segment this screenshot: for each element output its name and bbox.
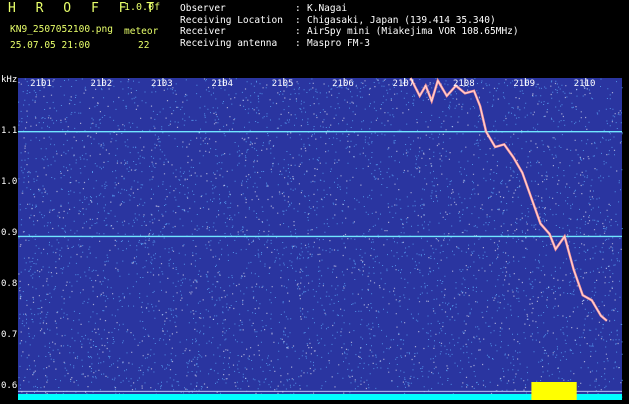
info-row-antenna: Receiving antenna: Maspro FM-3 [180, 38, 370, 50]
info-row-receiver: Receiver: AirSpy mini (Miakejima VOR 108.… [180, 26, 519, 38]
x-tick-label: 2102 [90, 79, 113, 89]
y-tick-label: 0.6 [1, 381, 18, 392]
plot-background [18, 78, 622, 400]
header: H R O F F T 1.0.0f KN9_2507052100.png me… [0, 0, 629, 75]
y-tick-label: 0.9 [1, 227, 18, 238]
x-tick-label: 2107 [392, 79, 415, 89]
y-tick-label: 1.1 [1, 125, 18, 136]
x-tick-label: 2104 [211, 79, 234, 89]
spectrogram: kHz 1.1 1.0 0.9 0.8 0.7 0.6 2101 2102 2103 2104 210… [0, 75, 629, 401]
meteor-label: meteor [124, 26, 159, 37]
datetime-label: 25.07.05 21:00 [10, 40, 91, 51]
info-row-observer: Observer: K.Nagai [180, 3, 348, 14]
y-tick-label: 1.0 [1, 176, 18, 187]
info-value: Maspro FM-3 [307, 38, 370, 50]
x-tick-label: 2105 [271, 79, 294, 89]
x-tick-label: 2108 [452, 79, 475, 89]
station-info: Observer: K.Nagai Receiving Location: Chig… [180, 3, 519, 50]
x-tick-label: 2106 [332, 79, 354, 89]
x-tick-label: 2110 [573, 79, 596, 89]
info-label: Receiver [180, 26, 226, 38]
info-label: Receiving Location [180, 14, 283, 26]
info-label: Observer [180, 3, 226, 14]
info-value: Chigasaki, Japan (139.414 35.340) [307, 14, 496, 26]
y-tick-label: 0.7 [1, 330, 18, 341]
x-tick-label: 2101 [30, 79, 52, 89]
info-value: AirSpy mini (Miakejima VOR 108.65MHz) [307, 26, 519, 38]
x-tick-label: 2109 [513, 79, 536, 89]
info-label: Receiving antenna [180, 38, 278, 50]
meteor-count: 22 [138, 40, 150, 51]
x-tick-label: 2103 [150, 79, 173, 89]
info-value: K.Nagai [307, 3, 348, 14]
spectrogram-svg [18, 77, 623, 401]
filename-label: KN9_2507052100.png [10, 24, 113, 35]
y-axis-unit: kHz [1, 75, 18, 85]
info-row-location: Receiving Location: Chigasaki, Japan (139… [180, 14, 496, 26]
version-label: 1.0.0f [124, 2, 161, 13]
signal-level-block [531, 382, 577, 400]
y-tick-label: 0.8 [1, 279, 18, 289]
